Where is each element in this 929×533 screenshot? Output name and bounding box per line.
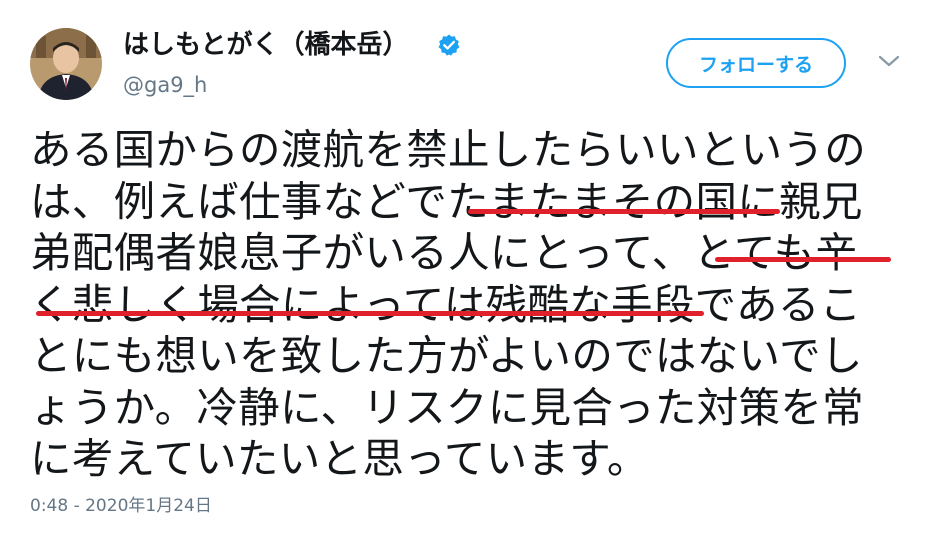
user-handle[interactable]: @ga9_h xyxy=(123,71,207,99)
tweet-text-line: に考えていたいと思っています。 xyxy=(30,434,649,483)
tweet-text-line: ある国からの渡航を禁止したらいいというの xyxy=(30,125,867,174)
red-underline-annotation xyxy=(468,209,780,214)
tweet-text-line: は、例えば仕事などでたまたまその国に親兄 xyxy=(30,176,863,226)
tweet-text-line: 弟配偶者娘息子がいる人にとって、とても辛 xyxy=(30,228,858,277)
tweet-text-line: ょうか。冷静に、リスクに見合った対策を常 xyxy=(30,382,864,432)
tweet-text-line: く悲しく場合によっては残酷な手段であるこ xyxy=(30,279,862,329)
avatar-image xyxy=(30,28,102,100)
red-underline-annotation xyxy=(715,257,891,262)
tweet-timestamp[interactable]: 0:48 - 2020年1月24日 xyxy=(30,494,212,518)
display-name[interactable]: はしもとがく（橋本岳） xyxy=(123,28,408,62)
follow-button[interactable]: フォローする xyxy=(666,38,846,88)
red-underline-annotation xyxy=(36,311,704,316)
verified-badge-icon xyxy=(438,34,460,56)
tweet-text-line: とにも想いを致した方がよいのではないでし xyxy=(30,331,863,380)
chevron-down-icon[interactable] xyxy=(878,54,900,68)
tweet-text: ある国からの渡航を禁止したらいいというの は、例えば仕事などでたまたまその国に親… xyxy=(30,124,900,485)
avatar[interactable] xyxy=(30,28,102,100)
